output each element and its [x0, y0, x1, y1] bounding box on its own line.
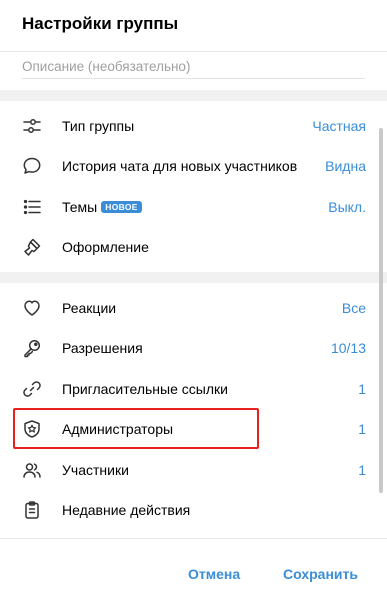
key-icon — [22, 338, 42, 358]
reactions-value: Все — [341, 300, 366, 316]
new-badge: НОВОЕ — [101, 201, 142, 213]
footer-divider — [0, 538, 387, 539]
permissions-label: Разрешения — [62, 340, 143, 356]
chat-history-item[interactable]: История чата для новых участников Видна — [0, 146, 378, 186]
link-icon — [22, 379, 42, 399]
members-value: 1 — [358, 462, 366, 478]
topics-label-text: Темы — [62, 199, 98, 215]
section-gap — [0, 90, 387, 101]
topics-label: Темы НОВОЕ — [62, 199, 142, 215]
group-type-item[interactable]: Тип группы Частная — [0, 106, 378, 146]
chat-history-value: Видна — [325, 158, 366, 174]
brush-icon — [22, 237, 42, 257]
header-divider — [0, 51, 387, 52]
chat-history-label: История чата для новых участников — [62, 158, 298, 174]
group-type-label: Тип группы — [62, 118, 135, 134]
section-gap — [0, 272, 387, 283]
members-item[interactable]: Участники 1 — [0, 450, 378, 490]
description-underline — [22, 78, 365, 79]
chat-bubble-icon — [22, 156, 42, 176]
clipboard-icon — [22, 500, 42, 520]
description-input[interactable] — [22, 56, 365, 76]
topics-value: Выкл. — [328, 199, 366, 215]
invite-links-value: 1 — [358, 381, 366, 397]
recent-actions-label: Недавние действия — [62, 502, 191, 518]
cancel-button[interactable]: Отмена — [188, 566, 240, 582]
permissions-item[interactable]: Разрешения 10/13 — [0, 328, 378, 368]
dialog-title: Настройки группы — [22, 14, 179, 33]
members-label: Участники — [62, 462, 129, 478]
list-icon — [22, 197, 42, 217]
group-type-value: Частная — [312, 118, 366, 134]
administrators-highlight-box — [13, 408, 259, 449]
dialog-header: Настройки группы — [0, 0, 387, 52]
sliders-icon — [22, 116, 42, 136]
invite-links-label: Пригласительные ссылки — [62, 381, 228, 397]
permissions-value: 10/13 — [330, 340, 366, 356]
reactions-label: Реакции — [62, 300, 117, 316]
scrollbar[interactable] — [379, 128, 383, 493]
recent-actions-item[interactable]: Недавние действия — [0, 490, 378, 530]
save-button[interactable]: Сохранить — [283, 566, 358, 582]
heart-icon — [22, 298, 42, 318]
administrators-value: 1 — [358, 421, 366, 437]
appearance-item[interactable]: Оформление — [0, 227, 378, 267]
invite-links-item[interactable]: Пригласительные ссылки 1 — [0, 369, 378, 409]
people-icon — [22, 460, 42, 480]
topics-item[interactable]: Темы НОВОЕ Выкл. — [0, 187, 378, 227]
appearance-label: Оформление — [62, 239, 149, 255]
reactions-item[interactable]: Реакции Все — [0, 288, 378, 328]
